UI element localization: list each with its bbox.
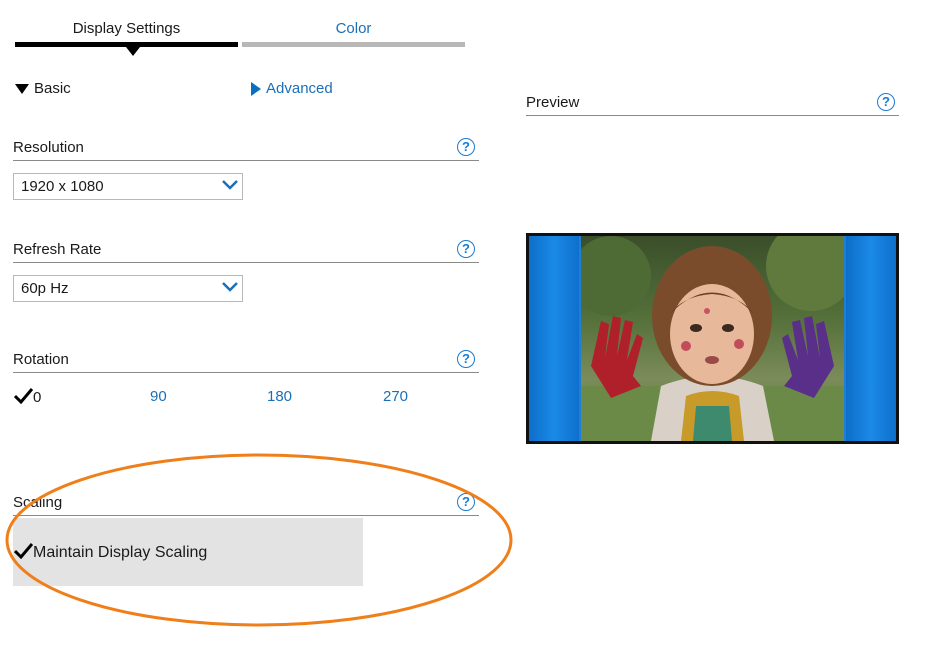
preview-canvas [529,236,896,441]
scaling-label: Scaling [13,494,63,511]
question-circle-icon[interactable]: ? [457,240,475,258]
rotation-option-0[interactable]: 0 [14,388,41,406]
rotation-option-0-label: 0 [33,389,42,406]
resolution-dropdown[interactable]: 1920 x 1080 [13,173,243,200]
tab-display-settings[interactable]: Display Settings [15,20,238,40]
child-photo-illustration [581,236,844,441]
resolution-value: 1920 x 1080 [21,178,104,195]
rotation-option-90-label: 90 [150,388,167,405]
basic-label: Basic [34,80,71,97]
maintain-display-scaling-label: Maintain Display Scaling [33,544,208,561]
advanced-label: Advanced [266,80,333,97]
refresh-rate-label: Refresh Rate [13,241,102,258]
resolution-label: Resolution [13,139,84,156]
chevron-down-icon [222,180,238,190]
question-circle-icon[interactable]: ? [877,93,895,111]
preview-divider [526,115,899,116]
preview-pillarbox-right [846,236,896,441]
rotation-label: Rotation [13,351,69,368]
chevron-down-icon [222,282,238,292]
tab-color[interactable]: Color [242,20,465,40]
active-tab-pointer [126,47,140,56]
rotation-divider [13,372,479,373]
checkmark-icon [14,543,33,559]
preview-label: Preview [526,94,580,111]
maintain-display-scaling-option[interactable]: Maintain Display Scaling [13,518,363,586]
tab-color-indicator [242,42,465,47]
preview-photo [581,236,844,441]
rotation-option-90[interactable]: 90 [150,388,167,405]
question-circle-icon[interactable]: ? [457,493,475,511]
rotation-option-180-label: 180 [267,388,293,405]
rotation-option-180[interactable]: 180 [267,388,292,405]
tab-display-settings-label: Display Settings [72,20,181,37]
advanced-toggle[interactable]: Advanced [251,80,333,97]
question-circle-icon[interactable]: ? [457,350,475,368]
preview-image [526,233,899,444]
checkmark-icon [14,388,33,404]
triangle-right-icon [251,81,261,96]
scaling-divider [13,515,479,516]
refresh-rate-dropdown[interactable]: 60p Hz [13,275,243,302]
refresh-rate-divider [13,262,479,263]
preview-pillarbox-left [529,236,579,441]
question-circle-icon[interactable]: ? [457,138,475,156]
triangle-down-icon [15,83,29,94]
refresh-rate-value: 60p Hz [21,280,69,297]
rotation-option-270-label: 270 [383,388,409,405]
resolution-divider [13,160,479,161]
tab-color-label: Color [335,20,372,37]
rotation-option-270[interactable]: 270 [383,388,408,405]
basic-toggle[interactable]: Basic [15,80,71,97]
